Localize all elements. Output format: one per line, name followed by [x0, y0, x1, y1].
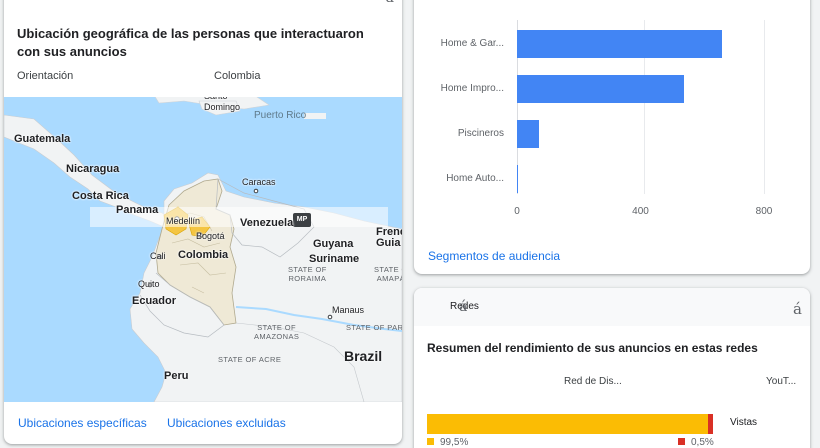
bar-3[interactable]: [517, 165, 518, 193]
map-label-nicaragua: Nicaragua: [66, 163, 120, 175]
map-label-state-para: STATE OF PARÁ: [346, 323, 402, 332]
networks-corner-glyph: á: [793, 300, 802, 318]
map-label-quito: Quito: [138, 279, 160, 289]
bar-category-label: Home Auto...: [446, 173, 504, 184]
map-label-state-amapa: STATE O AMAPÁ: [374, 265, 402, 283]
legend-swatch-display: [427, 438, 434, 445]
geo-location-card: á Ubicación geográfica de las personas q…: [4, 0, 402, 444]
x-tick-label: 800: [755, 206, 773, 217]
networks-title: Resumen del rendimiento de sus anuncios …: [427, 341, 758, 355]
map-label-state-acre: STATE OF ACRE: [218, 355, 282, 364]
networks-header: Redes á á: [414, 288, 810, 326]
column-display-network: Red de Dis...: [564, 376, 622, 387]
metric-label-views: Vistas: [730, 417, 758, 428]
bar-category-label: Home & Gar...: [440, 38, 504, 49]
map-label-french-guiana: Frenc Guia: [376, 226, 402, 249]
legend-display-value: 99,5%: [440, 437, 469, 448]
map-label-state-amazonas: STATE OF AMAZONAS: [254, 323, 300, 341]
map-label-santo-domingo: Santo Domingo: [204, 97, 241, 112]
column-youtube: YouT...: [766, 376, 797, 387]
map-label-suriname: Suriname: [309, 253, 360, 265]
map-label-puerto-rico: Puerto Rico: [254, 110, 307, 121]
excluded-locations-link[interactable]: Ubicaciones excluidas: [167, 416, 286, 430]
legend-youtube-value: 0,5%: [691, 437, 714, 448]
card-corner-glyph: á: [386, 0, 394, 6]
bar-category-label: Piscineros: [457, 128, 504, 139]
map-label-caracas: Caracas: [242, 177, 276, 187]
bar-1[interactable]: [517, 75, 684, 103]
bar-2[interactable]: [517, 120, 540, 148]
networks-tab-glyph: á: [459, 299, 468, 315]
geo-map[interactable]: MP Santo Domingo Puerto Rico Guatemala N…: [4, 97, 402, 402]
map-label-state-roraima: STATE OF RORAIMA: [288, 265, 327, 283]
map-label-manaus: Manaus: [332, 305, 365, 315]
legend-youtube: 0,5%: [678, 437, 714, 448]
x-tick-label: 400: [632, 206, 649, 217]
orientation-label: Orientación: [17, 70, 74, 82]
map-label-panama: Panama: [116, 204, 159, 216]
bar-0[interactable]: [517, 30, 723, 58]
stacked-share-bar: [427, 414, 713, 434]
geo-card-title: Ubicación geográfica de las personas que…: [17, 26, 364, 59]
legend-swatch-youtube: [678, 438, 685, 445]
networks-card: Redes á á Resumen del rendimiento de sus…: [414, 288, 810, 448]
map-label-colombia: Colombia: [178, 249, 229, 261]
map-label-ecuador: Ecuador: [132, 295, 177, 307]
map-label-bogota: Bogotá: [196, 231, 225, 241]
map-label-costa-rica: Costa Rica: [72, 190, 129, 202]
bar-category-label: Home Impro...: [440, 83, 504, 94]
legend-display-network: 99,5%: [427, 437, 468, 448]
map-label-cali: Cali: [150, 251, 166, 261]
map-label-brazil: Brazil: [344, 348, 383, 364]
audience-segments-card: Home & Gar... Home Impro... Piscineros Home…: [414, 0, 810, 274]
map-label-peru: Peru: [164, 370, 189, 382]
grid-line-800: [764, 20, 765, 194]
map-label-guatemala: Guatemala: [14, 133, 71, 145]
stacked-share-bar-youtube: [708, 414, 713, 434]
audience-segments-link[interactable]: Segmentos de audiencia: [428, 249, 560, 263]
map-label-guyana: Guyana: [313, 238, 354, 250]
specific-locations-link[interactable]: Ubicaciones específicas: [18, 416, 147, 430]
map-label-medellin: Medellín: [166, 216, 201, 226]
map-label-venezuela: Venezuela: [240, 217, 294, 229]
map-badge: MP: [293, 213, 311, 227]
orientation-value: Colombia: [214, 70, 261, 82]
x-tick-label: 0: [514, 206, 520, 217]
